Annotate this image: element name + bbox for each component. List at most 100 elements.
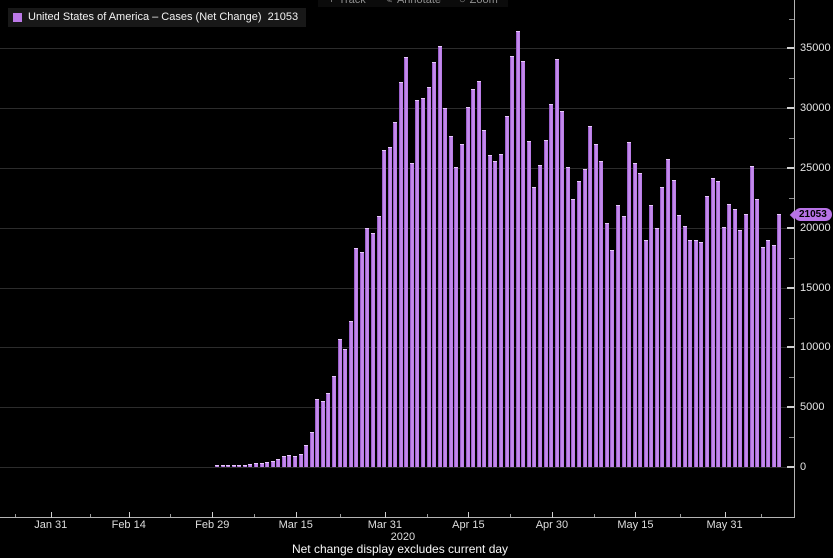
bar[interactable] xyxy=(755,199,759,467)
bar[interactable] xyxy=(454,167,458,467)
bar[interactable] xyxy=(577,181,581,467)
bar[interactable] xyxy=(750,166,754,467)
bar[interactable] xyxy=(649,205,653,467)
bar[interactable] xyxy=(410,163,414,467)
bar[interactable] xyxy=(716,181,720,467)
bar[interactable] xyxy=(499,154,503,467)
bar[interactable] xyxy=(549,104,553,467)
bar[interactable] xyxy=(599,161,603,467)
bar[interactable] xyxy=(365,228,369,467)
bar[interactable] xyxy=(293,456,297,467)
bar[interactable] xyxy=(260,463,264,467)
bar[interactable] xyxy=(510,56,514,467)
bar[interactable] xyxy=(594,144,598,467)
bar[interactable] xyxy=(672,180,676,467)
bar[interactable] xyxy=(605,223,609,467)
bar[interactable] xyxy=(438,46,442,467)
bar[interactable] xyxy=(627,142,631,467)
bar[interactable] xyxy=(516,31,520,467)
bar[interactable] xyxy=(711,178,715,467)
bar[interactable] xyxy=(622,216,626,467)
bar[interactable] xyxy=(315,399,319,467)
bar[interactable] xyxy=(633,163,637,467)
bar[interactable] xyxy=(299,454,303,467)
bar[interactable] xyxy=(382,150,386,467)
bar[interactable] xyxy=(660,187,664,467)
bar[interactable] xyxy=(421,98,425,467)
bar[interactable] xyxy=(321,401,325,467)
bar[interactable] xyxy=(571,199,575,467)
bar[interactable] xyxy=(560,111,564,467)
bar[interactable] xyxy=(694,240,698,467)
bar[interactable] xyxy=(415,100,419,467)
bar[interactable] xyxy=(482,130,486,467)
bar[interactable] xyxy=(399,82,403,467)
bar[interactable] xyxy=(493,161,497,467)
bar[interactable] xyxy=(243,465,247,467)
bar[interactable] xyxy=(377,216,381,467)
bar[interactable] xyxy=(638,173,642,467)
bar[interactable] xyxy=(221,465,225,467)
bar[interactable] xyxy=(232,465,236,467)
bar[interactable] xyxy=(666,159,670,467)
bar[interactable] xyxy=(705,196,709,467)
bar[interactable] xyxy=(271,461,275,467)
bar[interactable] xyxy=(555,59,559,467)
bar[interactable] xyxy=(688,240,692,467)
bar[interactable] xyxy=(761,247,765,467)
bar[interactable] xyxy=(655,228,659,467)
bar[interactable] xyxy=(388,147,392,467)
bar[interactable] xyxy=(248,464,252,467)
bar[interactable] xyxy=(699,242,703,467)
bar[interactable] xyxy=(360,252,364,467)
bar[interactable] xyxy=(644,240,648,467)
bar[interactable] xyxy=(527,141,531,467)
bar[interactable] xyxy=(466,107,470,467)
bar[interactable] xyxy=(326,393,330,467)
bar[interactable] xyxy=(282,456,286,467)
bar[interactable] xyxy=(610,250,614,467)
bar[interactable] xyxy=(404,57,408,467)
bar[interactable] xyxy=(460,144,464,467)
bar[interactable] xyxy=(683,226,687,467)
bar[interactable] xyxy=(616,205,620,467)
bar[interactable] xyxy=(449,136,453,467)
bar[interactable] xyxy=(254,463,258,467)
plot-area[interactable] xyxy=(0,0,795,517)
bar[interactable] xyxy=(488,155,492,467)
bar[interactable] xyxy=(443,108,447,467)
bar[interactable] xyxy=(566,167,570,467)
bar[interactable] xyxy=(354,248,358,467)
bar[interactable] xyxy=(471,89,475,467)
bar[interactable] xyxy=(521,61,525,467)
bar[interactable] xyxy=(393,122,397,467)
bar[interactable] xyxy=(583,169,587,467)
bar[interactable] xyxy=(304,445,308,467)
bar[interactable] xyxy=(505,116,509,467)
bar[interactable] xyxy=(733,209,737,467)
bar[interactable] xyxy=(349,321,353,467)
bar[interactable] xyxy=(338,339,342,467)
series-legend[interactable]: United States of America – Cases (Net Ch… xyxy=(8,8,306,27)
bar[interactable] xyxy=(544,140,548,468)
bar[interactable] xyxy=(237,465,241,467)
bar[interactable] xyxy=(276,459,280,467)
bar[interactable] xyxy=(343,349,347,467)
bar[interactable] xyxy=(727,204,731,467)
bar[interactable] xyxy=(744,214,748,467)
bar[interactable] xyxy=(427,87,431,467)
bar[interactable] xyxy=(722,227,726,467)
bar[interactable] xyxy=(371,233,375,467)
bar[interactable] xyxy=(332,376,336,467)
bar[interactable] xyxy=(215,465,219,467)
bar[interactable] xyxy=(777,214,781,467)
bar[interactable] xyxy=(766,240,770,467)
bar[interactable] xyxy=(532,187,536,467)
bar[interactable] xyxy=(310,432,314,467)
bar[interactable] xyxy=(432,62,436,467)
bar[interactable] xyxy=(226,465,230,467)
bar[interactable] xyxy=(588,126,592,467)
bar[interactable] xyxy=(772,245,776,467)
bar[interactable] xyxy=(265,462,269,467)
bar[interactable] xyxy=(477,81,481,467)
